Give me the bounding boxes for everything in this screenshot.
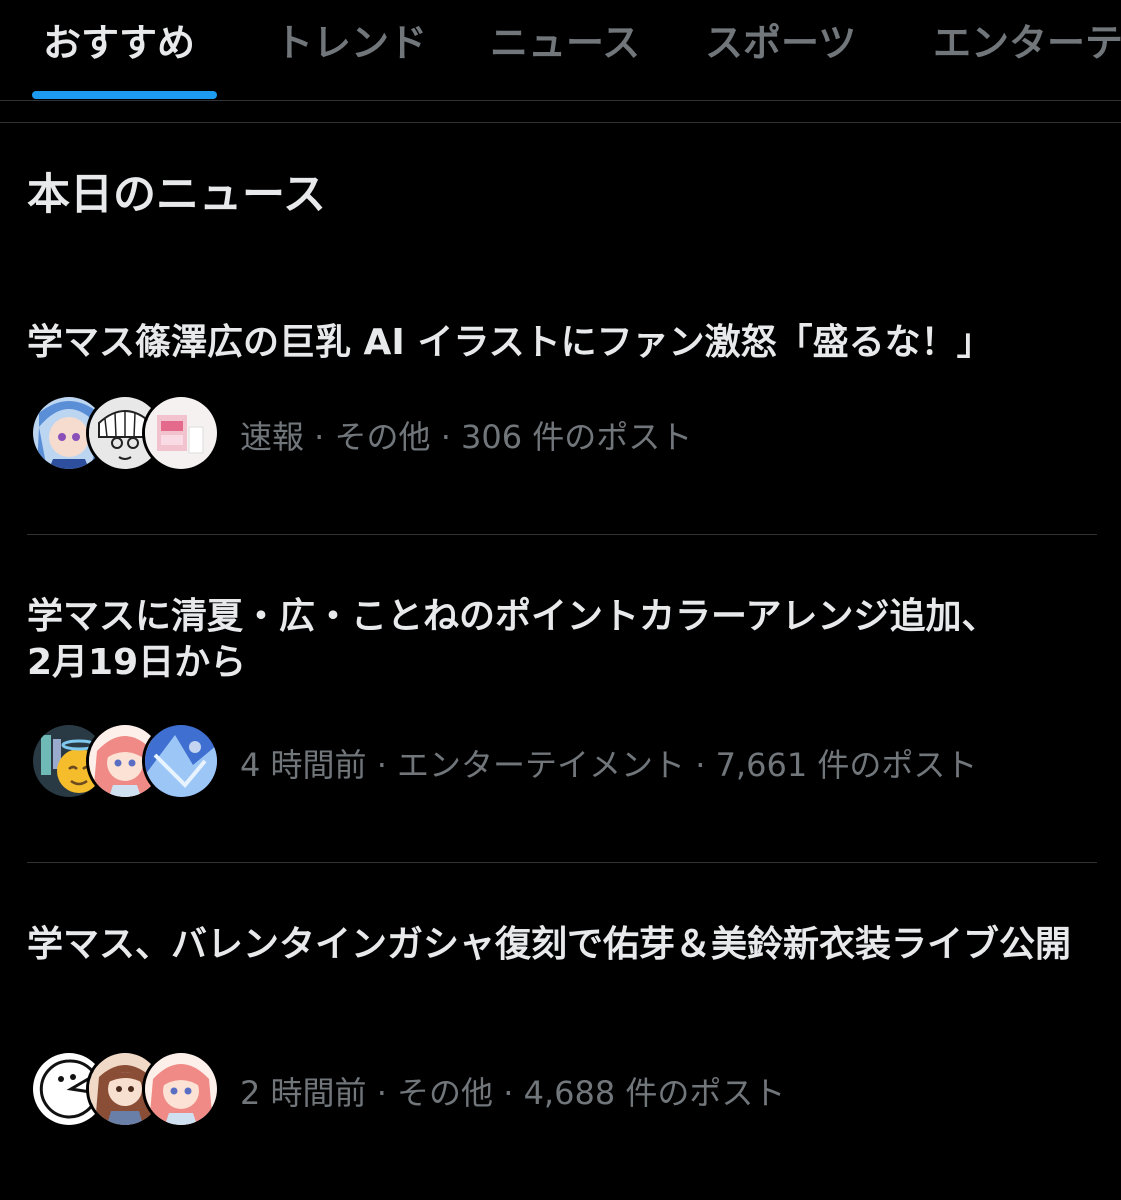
news-headline: 学マスに清夏・広・ことねのポイントカラーアレンジ追加、2月19日から	[27, 596, 998, 683]
news-meta: 速報 · その他 · 306 件のポスト	[240, 418, 693, 456]
pink-room-avatar	[142, 394, 220, 472]
news-meta: 4 時間前 · エンターテイメント · 7,661 件のポスト	[240, 746, 978, 784]
row-divider	[27, 534, 1097, 535]
news-meta: 2 時間前 · その他 · 4,688 件のポスト	[240, 1074, 786, 1112]
news-headline: 学マス篠澤広の巨乳 AI イラストにファン激怒「盛るな！」	[27, 322, 993, 363]
tab-recommended[interactable]: おすすめ	[43, 12, 195, 65]
active-tab-indicator	[32, 91, 217, 99]
tab-news[interactable]: ニュース	[490, 12, 640, 65]
avatar-stack	[30, 722, 220, 800]
avatar-stack	[30, 394, 220, 472]
header-divider	[0, 122, 1121, 123]
top-tab-bar: おすすめ トレンド ニュース スポーツ エンターテ	[0, 0, 1121, 101]
tab-trending[interactable]: トレンド	[275, 12, 427, 65]
row-divider	[27, 862, 1097, 863]
news-item[interactable]: 学マス篠澤広の巨乳 AI イラストにファン激怒「盛るな！」 速報 · その他 ·…	[0, 300, 1121, 534]
tab-sports[interactable]: スポーツ	[705, 12, 856, 65]
news-headline: 学マス、バレンタインガシャ復刻で佑芽＆美鈴新衣装ライブ公開	[27, 924, 1072, 965]
avatar-stack	[30, 1050, 220, 1128]
section-title: 本日のニュース	[27, 170, 326, 220]
tab-entertainment[interactable]: エンターテ	[933, 12, 1121, 65]
pink-hair-girl-avatar	[142, 1050, 220, 1128]
news-item[interactable]: 学マス、バレンタインガシャ復刻で佑芽＆美鈴新衣装ライブ公開 2 時間前 · その…	[0, 908, 1121, 1168]
news-item[interactable]: 学マスに清夏・広・ことねのポイントカラーアレンジ追加、2月19日から 4 時間前…	[0, 580, 1121, 862]
blue-crystal-avatar	[142, 722, 220, 800]
